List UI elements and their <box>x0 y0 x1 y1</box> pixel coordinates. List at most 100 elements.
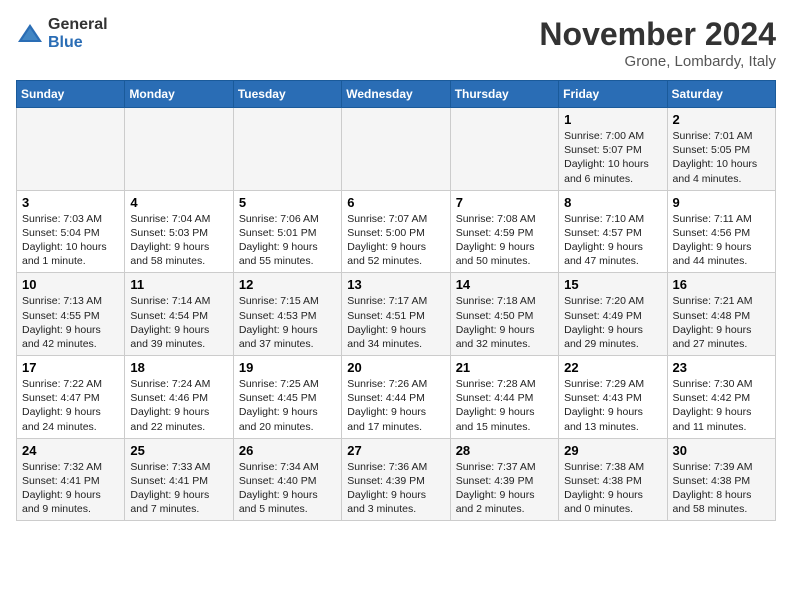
day-info: Sunrise: 7:17 AM Sunset: 4:51 PM Dayligh… <box>347 295 427 350</box>
calendar-cell: 21 Sunrise: 7:28 AM Sunset: 4:44 PM Dayli… <box>450 356 558 439</box>
day-info: Sunrise: 7:39 AM Sunset: 4:38 PM Dayligh… <box>673 461 753 516</box>
day-number: 17 <box>22 360 119 375</box>
day-number: 7 <box>456 195 553 210</box>
day-number: 9 <box>673 195 770 210</box>
weekday-header-thursday: Thursday <box>450 81 558 108</box>
calendar-table: SundayMondayTuesdayWednesdayThursdayFrid… <box>16 80 776 521</box>
logo-blue-label: Blue <box>48 34 108 52</box>
day-number: 3 <box>22 195 119 210</box>
day-info: Sunrise: 7:00 AM Sunset: 5:07 PM Dayligh… <box>564 130 649 185</box>
day-info: Sunrise: 7:37 AM Sunset: 4:39 PM Dayligh… <box>456 461 536 516</box>
day-number: 18 <box>130 360 227 375</box>
day-info: Sunrise: 7:18 AM Sunset: 4:50 PM Dayligh… <box>456 295 536 350</box>
day-number: 14 <box>456 277 553 292</box>
calendar-cell <box>233 108 341 191</box>
day-number: 29 <box>564 443 661 458</box>
day-info: Sunrise: 7:08 AM Sunset: 4:59 PM Dayligh… <box>456 213 536 268</box>
calendar-cell <box>17 108 125 191</box>
calendar-cell: 20 Sunrise: 7:26 AM Sunset: 4:44 PM Dayli… <box>342 356 450 439</box>
day-number: 11 <box>130 277 227 292</box>
calendar-cell: 6 Sunrise: 7:07 AM Sunset: 5:00 PM Daylig… <box>342 190 450 273</box>
calendar-week-row: 3 Sunrise: 7:03 AM Sunset: 5:04 PM Daylig… <box>17 190 776 273</box>
calendar-cell: 26 Sunrise: 7:34 AM Sunset: 4:40 PM Dayli… <box>233 438 341 521</box>
logo-text: General Blue <box>48 16 108 51</box>
day-number: 20 <box>347 360 444 375</box>
day-info: Sunrise: 7:26 AM Sunset: 4:44 PM Dayligh… <box>347 378 427 433</box>
calendar-cell: 8 Sunrise: 7:10 AM Sunset: 4:57 PM Daylig… <box>559 190 667 273</box>
day-number: 1 <box>564 112 661 127</box>
calendar-cell: 30 Sunrise: 7:39 AM Sunset: 4:38 PM Dayli… <box>667 438 775 521</box>
calendar-week-row: 10 Sunrise: 7:13 AM Sunset: 4:55 PM Dayli… <box>17 273 776 356</box>
calendar-cell: 4 Sunrise: 7:04 AM Sunset: 5:03 PM Daylig… <box>125 190 233 273</box>
day-number: 15 <box>564 277 661 292</box>
day-number: 28 <box>456 443 553 458</box>
location-label: Grone, Lombardy, Italy <box>539 53 776 70</box>
page-header: General Blue November 2024 Grone, Lombar… <box>16 16 776 70</box>
calendar-cell: 16 Sunrise: 7:21 AM Sunset: 4:48 PM Dayli… <box>667 273 775 356</box>
day-info: Sunrise: 7:13 AM Sunset: 4:55 PM Dayligh… <box>22 295 102 350</box>
day-info: Sunrise: 7:24 AM Sunset: 4:46 PM Dayligh… <box>130 378 210 433</box>
day-info: Sunrise: 7:38 AM Sunset: 4:38 PM Dayligh… <box>564 461 644 516</box>
day-info: Sunrise: 7:15 AM Sunset: 4:53 PM Dayligh… <box>239 295 319 350</box>
day-info: Sunrise: 7:11 AM Sunset: 4:56 PM Dayligh… <box>673 213 752 268</box>
day-number: 5 <box>239 195 336 210</box>
day-info: Sunrise: 7:10 AM Sunset: 4:57 PM Dayligh… <box>564 213 644 268</box>
day-info: Sunrise: 7:33 AM Sunset: 4:41 PM Dayligh… <box>130 461 210 516</box>
day-number: 30 <box>673 443 770 458</box>
weekday-header-sunday: Sunday <box>17 81 125 108</box>
calendar-cell <box>342 108 450 191</box>
calendar-cell: 11 Sunrise: 7:14 AM Sunset: 4:54 PM Dayli… <box>125 273 233 356</box>
calendar-week-row: 17 Sunrise: 7:22 AM Sunset: 4:47 PM Dayli… <box>17 356 776 439</box>
day-info: Sunrise: 7:29 AM Sunset: 4:43 PM Dayligh… <box>564 378 644 433</box>
day-number: 21 <box>456 360 553 375</box>
title-block: November 2024 Grone, Lombardy, Italy <box>539 16 776 70</box>
calendar-cell: 3 Sunrise: 7:03 AM Sunset: 5:04 PM Daylig… <box>17 190 125 273</box>
day-number: 6 <box>347 195 444 210</box>
day-info: Sunrise: 7:20 AM Sunset: 4:49 PM Dayligh… <box>564 295 644 350</box>
calendar-cell: 9 Sunrise: 7:11 AM Sunset: 4:56 PM Daylig… <box>667 190 775 273</box>
logo: General Blue <box>16 16 108 51</box>
day-number: 22 <box>564 360 661 375</box>
day-info: Sunrise: 7:34 AM Sunset: 4:40 PM Dayligh… <box>239 461 319 516</box>
day-info: Sunrise: 7:04 AM Sunset: 5:03 PM Dayligh… <box>130 213 210 268</box>
calendar-week-row: 1 Sunrise: 7:00 AM Sunset: 5:07 PM Daylig… <box>17 108 776 191</box>
day-info: Sunrise: 7:07 AM Sunset: 5:00 PM Dayligh… <box>347 213 427 268</box>
day-number: 26 <box>239 443 336 458</box>
day-info: Sunrise: 7:21 AM Sunset: 4:48 PM Dayligh… <box>673 295 753 350</box>
month-title: November 2024 <box>539 16 776 53</box>
calendar-week-row: 24Sunrise: 7:32 AM Sunset: 4:41 PM Dayli… <box>17 438 776 521</box>
weekday-header-saturday: Saturday <box>667 81 775 108</box>
calendar-cell <box>450 108 558 191</box>
day-number: 23 <box>673 360 770 375</box>
calendar-cell: 5 Sunrise: 7:06 AM Sunset: 5:01 PM Daylig… <box>233 190 341 273</box>
day-info: Sunrise: 7:25 AM Sunset: 4:45 PM Dayligh… <box>239 378 319 433</box>
weekday-header-wednesday: Wednesday <box>342 81 450 108</box>
calendar-cell: 28 Sunrise: 7:37 AM Sunset: 4:39 PM Dayli… <box>450 438 558 521</box>
day-number: 19 <box>239 360 336 375</box>
day-info: Sunrise: 7:30 AM Sunset: 4:42 PM Dayligh… <box>673 378 753 433</box>
logo-icon <box>16 20 44 48</box>
calendar-cell: 7 Sunrise: 7:08 AM Sunset: 4:59 PM Daylig… <box>450 190 558 273</box>
day-number: 16 <box>673 277 770 292</box>
calendar-cell <box>125 108 233 191</box>
day-number: 27 <box>347 443 444 458</box>
calendar-cell: 22 Sunrise: 7:29 AM Sunset: 4:43 PM Dayli… <box>559 356 667 439</box>
day-info: Sunrise: 7:22 AM Sunset: 4:47 PM Dayligh… <box>22 378 102 433</box>
calendar-cell: 29 Sunrise: 7:38 AM Sunset: 4:38 PM Dayli… <box>559 438 667 521</box>
day-info: Sunrise: 7:03 AM Sunset: 5:04 PM Dayligh… <box>22 213 107 268</box>
day-info: Sunrise: 7:14 AM Sunset: 4:54 PM Dayligh… <box>130 295 210 350</box>
day-info: Sunrise: 7:06 AM Sunset: 5:01 PM Dayligh… <box>239 213 319 268</box>
day-number: 4 <box>130 195 227 210</box>
calendar-cell: 14 Sunrise: 7:18 AM Sunset: 4:50 PM Dayli… <box>450 273 558 356</box>
day-info: Sunrise: 7:36 AM Sunset: 4:39 PM Dayligh… <box>347 461 427 516</box>
day-number: 13 <box>347 277 444 292</box>
weekday-header-row: SundayMondayTuesdayWednesdayThursdayFrid… <box>17 81 776 108</box>
calendar-cell: 27 Sunrise: 7:36 AM Sunset: 4:39 PM Dayli… <box>342 438 450 521</box>
day-number: 25 <box>130 443 227 458</box>
weekday-header-tuesday: Tuesday <box>233 81 341 108</box>
calendar-cell: 18 Sunrise: 7:24 AM Sunset: 4:46 PM Dayli… <box>125 356 233 439</box>
calendar-cell: 17 Sunrise: 7:22 AM Sunset: 4:47 PM Dayli… <box>17 356 125 439</box>
day-number: 8 <box>564 195 661 210</box>
day-info: Sunrise: 7:28 AM Sunset: 4:44 PM Dayligh… <box>456 378 536 433</box>
day-number: 10 <box>22 277 119 292</box>
